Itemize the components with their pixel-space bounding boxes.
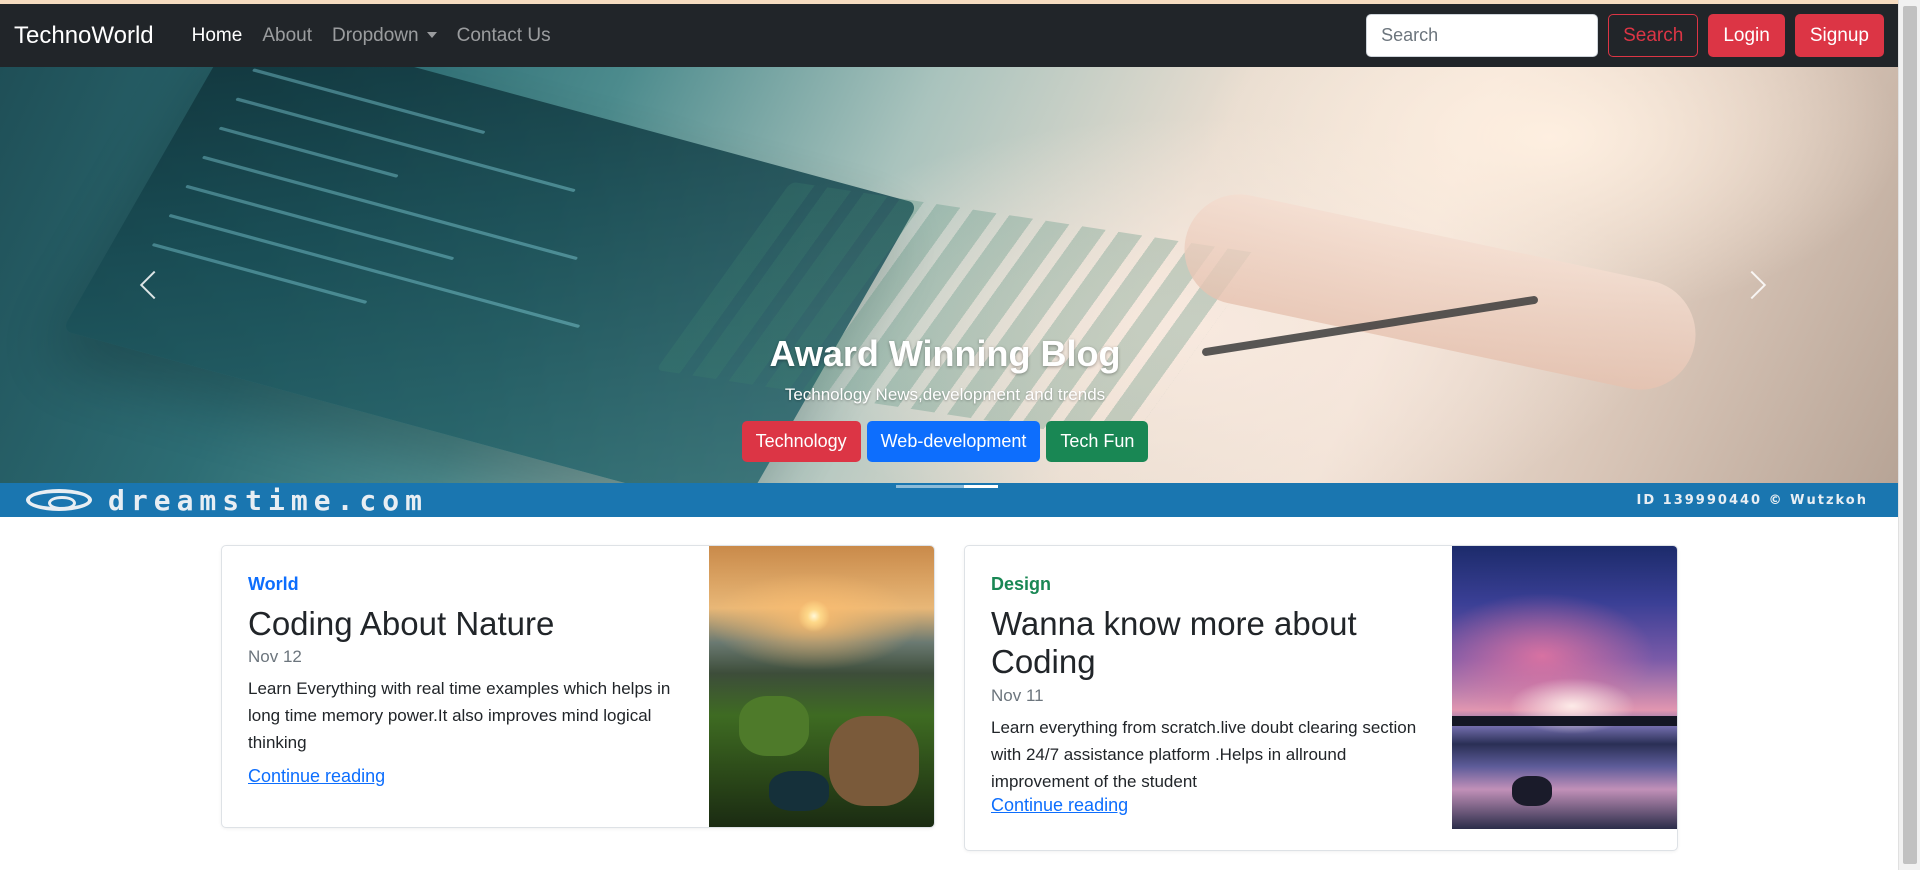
carousel-next-button[interactable] — [1737, 267, 1778, 307]
brand-logo[interactable]: TechnoWorld — [14, 22, 154, 50]
nav-link-about[interactable]: About — [252, 17, 322, 55]
tree-line — [1452, 716, 1677, 726]
card-text: Learn Everything with real time examples… — [248, 679, 671, 753]
card-body: Design Wanna know more about Coding Nov … — [965, 546, 1452, 850]
card-date: Nov 12 — [248, 647, 302, 667]
nav-dropdown-label: Dropdown — [331, 24, 419, 46]
shore-rock — [1512, 776, 1552, 806]
login-button[interactable]: Login — [1708, 14, 1785, 57]
moss-rock — [739, 696, 809, 756]
signup-button[interactable]: Signup — [1794, 14, 1884, 57]
blog-card-design: Design Wanna know more about Coding Nov … — [964, 545, 1678, 851]
carousel-subtitle: Technology News,development and trends — [784, 385, 1106, 404]
carousel-title: Award Winning Blog — [769, 333, 1121, 374]
navbar-actions: Search Login Signup — [1366, 14, 1884, 57]
hero-carousel: dreamstime.com ID 139990440 © Wutzkoh Aw… — [0, 67, 1898, 517]
continue-reading-link[interactable]: Continue reading — [248, 766, 385, 787]
page-scrollbar[interactable] — [1898, 0, 1920, 870]
card-category: Design — [991, 574, 1052, 594]
watermark-id: ID 139990440 © Wutzkoh — [1636, 492, 1868, 508]
carousel-prev-button[interactable] — [130, 267, 170, 307]
nav-dropdown-toggle[interactable]: Dropdown — [322, 17, 447, 55]
nav-links: Home About Dropdown Contact Us — [182, 17, 561, 55]
carousel-indicators — [0, 485, 1898, 488]
code-line — [168, 213, 581, 329]
search-input[interactable] — [1366, 14, 1599, 57]
tech-fun-button[interactable]: Tech Fun — [1046, 421, 1149, 462]
watermark-text: dreamstime.com — [108, 483, 429, 517]
scrollbar-thumb[interactable] — [1903, 6, 1917, 864]
moss-rock — [829, 716, 919, 806]
nav-link-home[interactable]: Home — [182, 17, 253, 55]
watermark-bar: dreamstime.com ID 139990440 © Wutzkoh — [0, 483, 1898, 517]
chevron-left-icon — [139, 270, 169, 300]
carousel-indicator-3[interactable] — [964, 485, 998, 488]
watermark-logo: dreamstime.com — [26, 484, 428, 517]
blog-card-world: World Coding About Nature Nov 12 Learn E… — [221, 545, 935, 828]
card-thumbnail-sunset — [1452, 546, 1677, 829]
search-button[interactable]: Search — [1608, 14, 1699, 57]
carousel-indicator-2[interactable] — [930, 485, 964, 488]
chevron-right-icon — [1737, 270, 1767, 300]
code-line — [185, 184, 455, 261]
card-title: Coding About Nature — [248, 605, 555, 642]
continue-reading-link[interactable]: Continue reading — [991, 795, 1128, 816]
navbar: TechnoWorld Home About Dropdown Contact … — [0, 4, 1898, 67]
web-development-button[interactable]: Web-development — [866, 421, 1041, 462]
code-line — [151, 242, 368, 304]
nav-link-contact[interactable]: Contact Us — [447, 17, 561, 55]
tide-pool — [769, 771, 829, 811]
card-text: Learn everything from scratch.live doubt… — [991, 717, 1417, 791]
card-category: World — [248, 574, 299, 594]
technology-button[interactable]: Technology — [741, 421, 861, 462]
carousel-indicator-1[interactable] — [896, 485, 930, 488]
card-thumbnail-nature — [709, 546, 934, 827]
card-body: World Coding About Nature Nov 12 Learn E… — [222, 546, 709, 827]
card-title: Wanna know more about Coding — [991, 605, 1357, 681]
code-line — [201, 155, 579, 261]
dreamstime-swirl-icon — [26, 489, 92, 511]
carousel-buttons: Technology Web-development Tech Fun — [0, 421, 1898, 462]
caret-down-icon — [426, 32, 437, 39]
card-date: Nov 11 — [991, 685, 1044, 705]
code-line — [252, 68, 486, 135]
carousel-caption: Award Winning Blog Technology News,devel… — [0, 333, 1898, 462]
